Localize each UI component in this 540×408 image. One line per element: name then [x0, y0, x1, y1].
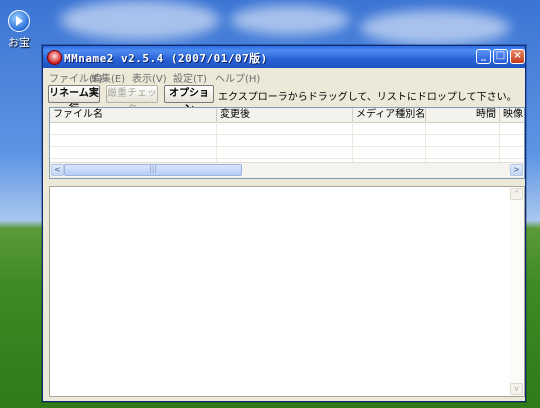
column-new-name[interactable]: 変更後 — [217, 108, 353, 122]
scroll-up-button[interactable]: ^ — [510, 188, 523, 200]
menu-bar: ファイル(F) 編集(E) 表示(V) 設定(T) ヘルプ(H) — [43, 68, 525, 85]
app-window: MMname2 v2.5.4 (2007/01/07版) _ □ × ファイル(… — [42, 45, 526, 402]
column-duration[interactable]: 時間 — [426, 108, 500, 122]
close-button[interactable]: × — [510, 49, 525, 64]
table-row[interactable] — [50, 135, 524, 147]
toolbar: リネーム実行 厳重チェック オプション エクスプローラからドラッグして、リストに… — [43, 84, 525, 115]
drop-instruction: エクスプローラからドラッグして、リストにドロップして下さい。 — [218, 92, 517, 103]
media-player-icon — [8, 10, 30, 32]
vertical-scrollbar[interactable]: ^ v — [509, 187, 524, 396]
column-divider — [216, 122, 217, 162]
table-row[interactable] — [50, 147, 524, 159]
table-row[interactable] — [50, 123, 524, 135]
minimize-button[interactable]: _ — [476, 49, 491, 64]
column-divider — [425, 122, 426, 162]
list-header: ファイル名 変更後 メディア種別名 時間 映像コ — [50, 108, 524, 123]
desktop-shortcut[interactable]: お宝 — [4, 10, 34, 50]
sky-cloud — [230, 5, 350, 35]
log-output-area[interactable]: ^ v — [49, 186, 525, 397]
menu-edit[interactable]: 編集(E) — [91, 70, 125, 85]
desktop-shortcut-label: お宝 — [8, 36, 30, 49]
column-video-codec[interactable]: 映像コ — [500, 108, 524, 122]
menu-help[interactable]: ヘルプ(H) — [215, 70, 260, 85]
scroll-left-button[interactable]: < — [51, 164, 64, 176]
title-bar[interactable]: MMname2 v2.5.4 (2007/01/07版) _ □ × — [43, 46, 525, 68]
maximize-button[interactable]: □ — [493, 49, 508, 64]
options-button[interactable]: オプション — [164, 85, 214, 115]
horizontal-scrollbar[interactable]: < > — [50, 162, 524, 178]
column-divider — [352, 122, 353, 162]
column-media-type[interactable]: メディア種別名 — [353, 108, 426, 122]
menu-settings[interactable]: 設定(T) — [173, 70, 207, 85]
column-filename[interactable]: ファイル名 — [50, 108, 217, 122]
app-icon[interactable] — [47, 50, 62, 65]
strict-check-button[interactable]: 厳重チェック — [106, 85, 158, 115]
column-divider — [499, 122, 500, 162]
sky-cloud — [60, 0, 220, 40]
scroll-right-button[interactable]: > — [510, 164, 523, 176]
menu-view[interactable]: 表示(V) — [132, 70, 167, 85]
file-list[interactable]: ファイル名 変更後 メディア種別名 時間 映像コ < > — [49, 107, 525, 179]
horizontal-scroll-thumb[interactable] — [64, 164, 242, 176]
scroll-down-button[interactable]: v — [510, 383, 523, 395]
rename-button[interactable]: リネーム実行 — [48, 85, 100, 115]
window-title: MMname2 v2.5.4 (2007/01/07版) — [64, 52, 268, 65]
sky-cloud — [360, 10, 510, 45]
